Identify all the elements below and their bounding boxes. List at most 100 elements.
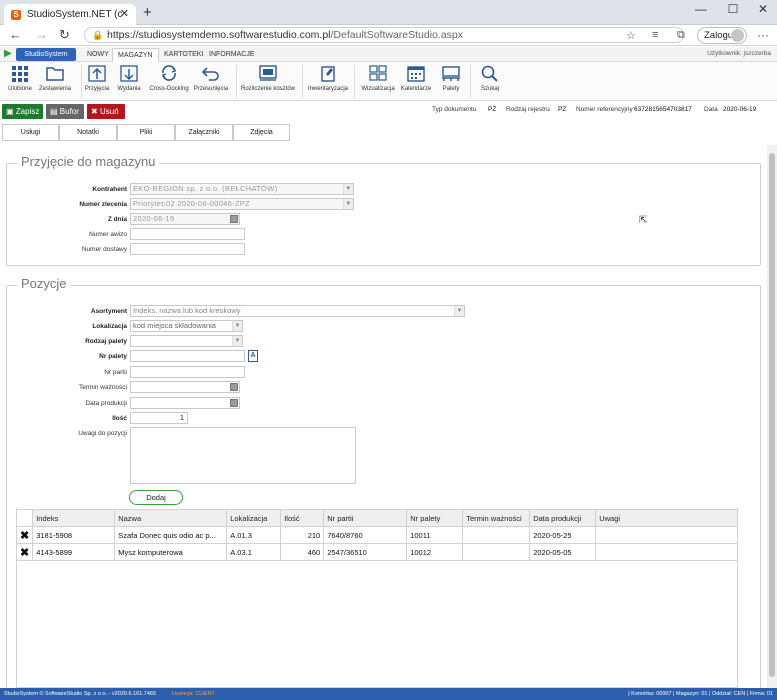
ribbon-label: Rozliczenie kosztów bbox=[240, 86, 296, 92]
delete-button[interactable]: ✖ Usuń bbox=[87, 104, 125, 119]
col-lokalizacja[interactable]: Lokalizacja bbox=[226, 509, 282, 527]
tab-zdjecia[interactable]: Zdjęcia bbox=[233, 124, 290, 141]
favorite-star-icon[interactable]: ☆ bbox=[626, 29, 636, 42]
chevron-down-icon[interactable]: ▼ bbox=[232, 336, 242, 346]
menu-nowy[interactable]: NOWY bbox=[82, 48, 114, 62]
close-tab-icon[interactable]: ✕ bbox=[120, 7, 129, 20]
menu-magazyn[interactable]: MAGAZYN bbox=[112, 48, 159, 62]
zlecenie-field[interactable]: Priorytet:02 2020-06-00046-ZPZ ▼ bbox=[130, 198, 354, 210]
termin-label: Termin ważności bbox=[78, 384, 127, 391]
more-menu-icon[interactable]: ··· bbox=[757, 28, 769, 42]
delete-row-icon[interactable]: ✖ bbox=[15, 526, 34, 544]
ribbon-zestawienia[interactable]: Zestawienia bbox=[38, 64, 72, 92]
col-data-produkcji[interactable]: Data produkcji bbox=[529, 509, 597, 527]
col-nr-palety[interactable]: Nr palety bbox=[406, 509, 464, 527]
back-icon[interactable]: ← bbox=[9, 27, 22, 42]
calendar-icon[interactable] bbox=[230, 215, 238, 223]
delete-row-icon[interactable]: ✖ bbox=[15, 543, 34, 561]
url-field[interactable]: 🔒 https://studiosystemdemo.softwarestudi… bbox=[84, 27, 684, 43]
zdnia-field[interactable]: 2020-06-19 bbox=[130, 213, 240, 225]
ribbon-palety[interactable]: Palety bbox=[437, 64, 465, 92]
calendar-icon[interactable] bbox=[230, 383, 238, 391]
cell-indeks: 3181-5908 bbox=[32, 526, 116, 544]
close-window-icon[interactable]: ✕ bbox=[748, 2, 777, 16]
search-icon bbox=[481, 65, 498, 82]
mouse-cursor-icon: ⇱ bbox=[639, 215, 648, 226]
cell-ilosc: 460 bbox=[280, 543, 325, 561]
chevron-down-icon[interactable]: ▼ bbox=[343, 184, 353, 194]
nrpalety-input[interactable] bbox=[130, 350, 245, 362]
chevron-down-icon[interactable]: ▼ bbox=[232, 321, 242, 331]
ribbon-label: Zestawienia bbox=[38, 86, 71, 92]
minimize-icon[interactable]: — bbox=[686, 2, 716, 16]
ilosc-input[interactable]: 1 bbox=[130, 412, 188, 424]
col-indeks[interactable]: Indeks bbox=[32, 509, 116, 527]
calendar-icon[interactable] bbox=[230, 399, 238, 407]
cell-termin bbox=[462, 526, 531, 544]
new-tab-icon[interactable]: + bbox=[143, 4, 152, 21]
chevron-down-icon[interactable]: ▼ bbox=[343, 199, 353, 209]
col-ilosc[interactable]: Ilość bbox=[280, 509, 325, 527]
document-toolbar: ▣ Zapisz ▤ Bufor ✖ Usuń Typ dokumentu PZ… bbox=[0, 101, 777, 123]
chevron-down-icon[interactable]: ▼ bbox=[454, 306, 464, 316]
tab-uslugi[interactable]: Usługi bbox=[2, 124, 59, 141]
generate-pallet-icon[interactable]: A bbox=[248, 350, 258, 362]
tab-notatki[interactable]: Notatki bbox=[59, 124, 117, 141]
ribbon-label: Cross-Docking bbox=[149, 86, 189, 92]
col-uwagi[interactable]: Uwagi bbox=[595, 509, 738, 527]
refresh-icon[interactable]: ↻ bbox=[59, 27, 70, 43]
buffer-button[interactable]: ▤ Bufor bbox=[46, 104, 84, 119]
nrpartii-input[interactable] bbox=[130, 366, 245, 378]
uwagi-textarea[interactable] bbox=[130, 427, 356, 484]
kontrahent-value: EKO-REGION sp. z o.o. (BEŁCHATÓW) bbox=[133, 184, 278, 193]
col-nazwa[interactable]: Nazwa bbox=[114, 509, 228, 527]
termin-input[interactable] bbox=[130, 381, 240, 393]
rodzaj-label: Rodzaj palety bbox=[85, 338, 127, 345]
browser-tab[interactable]: S StudioSystem.NET (c) SoftwareSt ✕ bbox=[4, 4, 136, 25]
favorites-grid-icon bbox=[12, 66, 28, 82]
folder-icon bbox=[46, 67, 64, 81]
ribbon-kalendarze[interactable]: Kalendarze bbox=[399, 64, 433, 92]
menu-kartoteki[interactable]: KARTOTEKI bbox=[159, 48, 208, 62]
ribbon-inwentaryzacja[interactable]: Inwentaryzacja bbox=[307, 64, 349, 92]
scrollbar-thumb[interactable] bbox=[769, 153, 775, 677]
ribbon-wydania[interactable]: Wydania bbox=[115, 64, 143, 92]
lokalizacja-input[interactable]: kod miejsca składowania ▼ bbox=[130, 320, 243, 332]
dataprod-label: Data produkcji bbox=[85, 400, 127, 407]
save-button[interactable]: ▣ Zapisz bbox=[2, 104, 43, 119]
ribbon-szukaj[interactable]: Szukaj bbox=[477, 64, 503, 92]
section-title: Przyjęcie do magazynu bbox=[17, 154, 160, 169]
asortyment-input[interactable]: Indeks, nazwa lub kod kreskowy ▼ bbox=[130, 305, 465, 317]
tab-pliki[interactable]: Pliki bbox=[117, 124, 175, 141]
cell-nr-palety: 10011 bbox=[406, 526, 464, 544]
rodzaj-select[interactable]: ▼ bbox=[130, 335, 243, 347]
vertical-scrollbar[interactable] bbox=[767, 145, 777, 688]
login-button[interactable]: Zaloguj bbox=[697, 27, 747, 44]
col-termin[interactable]: Termin ważności bbox=[462, 509, 531, 527]
ribbon-rozliczenie[interactable]: Rozliczenie kosztów bbox=[240, 64, 296, 92]
url-host: https://studiosystemdemo.softwarestudio.… bbox=[107, 29, 331, 41]
maximize-icon[interactable]: ☐ bbox=[718, 2, 748, 16]
ribbon-crossdocking[interactable]: Cross-Docking bbox=[148, 64, 190, 92]
ribbon-wizualizacja[interactable]: Wizualizacja bbox=[360, 64, 396, 92]
url-path: /DefaultSoftwareStudio.aspx bbox=[330, 29, 464, 41]
col-nr-partii[interactable]: Nr partii bbox=[323, 509, 408, 527]
favorites-list-icon[interactable]: ≡ bbox=[652, 29, 658, 41]
menu-informacje[interactable]: INFORMACJE bbox=[204, 48, 260, 62]
dataprod-input[interactable] bbox=[130, 397, 240, 409]
ribbon-ulubione[interactable]: Ulubione bbox=[7, 64, 33, 92]
awizo-field[interactable] bbox=[130, 228, 245, 240]
kontrahent-field[interactable]: EKO-REGION sp. z o.o. (BEŁCHATÓW) ▼ bbox=[130, 183, 354, 195]
table-row[interactable]: ✖ 4143-5899 Mysz komputerowa A.03.1 460 … bbox=[15, 543, 738, 561]
tab-zalaczniki[interactable]: Załączniki bbox=[175, 124, 233, 141]
brand-button[interactable]: StudioSystem bbox=[16, 48, 76, 61]
ribbon-przesuniecia[interactable]: Przesunięcia bbox=[193, 64, 229, 92]
forward-icon[interactable]: → bbox=[35, 27, 48, 42]
table-row[interactable]: ✖ 3181-5908 Szafa Donec quis odio ac p..… bbox=[15, 526, 738, 544]
play-icon[interactable]: ▶ bbox=[4, 48, 12, 59]
collections-icon[interactable]: ⧉ bbox=[677, 29, 685, 42]
add-button[interactable]: Dodaj bbox=[129, 490, 183, 505]
dostawy-field[interactable] bbox=[130, 243, 245, 255]
address-bar: ← → ↻ 🔒 https://studiosystemdemo.softwar… bbox=[0, 25, 777, 46]
ribbon-przyjecia[interactable]: Przyjęcia bbox=[84, 64, 110, 92]
